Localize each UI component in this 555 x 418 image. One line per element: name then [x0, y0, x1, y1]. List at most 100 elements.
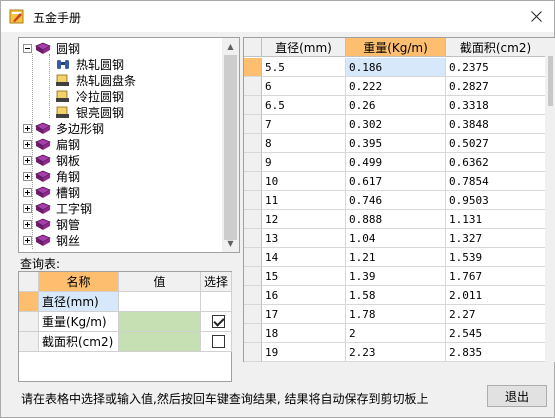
grid-cell[interactable]: 18 — [262, 324, 346, 343]
grid-cell[interactable]: 0.9503 — [446, 191, 546, 210]
grid-cell[interactable]: 0.499 — [346, 153, 446, 172]
grid-row-header[interactable] — [244, 286, 262, 305]
expand-icon[interactable] — [23, 171, 32, 181]
expand-icon[interactable] — [23, 155, 32, 165]
tree-node-category[interactable]: 钢丝 — [23, 232, 82, 248]
grid-cell[interactable]: 0.3318 — [446, 96, 546, 115]
exit-button[interactable]: 退出 — [487, 385, 547, 407]
grid-cell[interactable]: 0.6362 — [446, 153, 546, 172]
grid-row-header[interactable] — [244, 134, 262, 153]
grid-cell[interactable]: 0.3848 — [446, 115, 546, 134]
grid-cell[interactable]: 11 — [262, 191, 346, 210]
grid-cell[interactable]: 1.58 — [346, 286, 446, 305]
grid-column-header[interactable]: 重量(Kg/m) — [346, 38, 446, 57]
grid-cell[interactable]: 0.5027 — [446, 134, 546, 153]
grid-row-header[interactable] — [244, 229, 262, 248]
grid-cell[interactable]: 1.767 — [446, 267, 546, 286]
tree-node-child[interactable]: 热轧圆钢 — [55, 55, 127, 73]
query-value-input[interactable] — [119, 312, 201, 332]
grid-cell[interactable]: 0.617 — [346, 172, 446, 191]
grid-row-header[interactable] — [244, 210, 262, 229]
grid-row-header[interactable] — [244, 172, 262, 191]
grid-cell[interactable]: 8 — [262, 134, 346, 153]
grid-cell[interactable]: 15 — [262, 267, 346, 286]
scroll-up-icon[interactable]: ▲ — [222, 38, 239, 55]
grid-row-header[interactable] — [244, 58, 262, 77]
expand-icon[interactable] — [23, 123, 32, 133]
tree-scrollbar[interactable]: ▲ ▼ — [222, 38, 239, 252]
grid-cell[interactable]: 0.395 — [346, 134, 446, 153]
grid-row-header[interactable] — [244, 115, 262, 134]
grid-cell[interactable]: 0.186 — [346, 58, 446, 77]
grid-cell[interactable]: 7 — [262, 115, 346, 134]
query-select-cell[interactable] — [201, 332, 232, 352]
grid-row-header[interactable] — [244, 305, 262, 324]
grid-cell[interactable]: 12 — [262, 210, 346, 229]
expand-icon[interactable] — [23, 235, 32, 245]
grid-cell[interactable]: 2.835 — [446, 343, 546, 362]
grid-cell[interactable]: 0.2375 — [446, 58, 546, 77]
grid-cell[interactable]: 1.04 — [346, 229, 446, 248]
grid-cell[interactable]: 2 — [346, 324, 446, 343]
tree-node-category[interactable]: 角钢 — [23, 168, 82, 184]
grid-cell[interactable]: 14 — [262, 248, 346, 267]
grid-row-header[interactable] — [244, 191, 262, 210]
grid-cell[interactable]: 9 — [262, 153, 346, 172]
grid-column-header[interactable]: 直径(mm) — [262, 38, 346, 57]
grid-cell[interactable]: 0.302 — [346, 115, 446, 134]
query-checkbox[interactable] — [212, 315, 225, 328]
grid-cell[interactable]: 6.5 — [262, 96, 346, 115]
grid-cell[interactable]: 0.746 — [346, 191, 446, 210]
grid-cell[interactable]: 2.545 — [446, 324, 546, 343]
grid-cell[interactable]: 0.7854 — [446, 172, 546, 191]
query-value-input[interactable] — [119, 332, 201, 352]
tree-node-root[interactable]: 圆钢 — [23, 40, 82, 56]
query-checkbox[interactable] — [212, 335, 225, 348]
tree-node-category[interactable]: 扁钢 — [23, 136, 82, 152]
grid-row-header[interactable] — [244, 324, 262, 343]
collapse-icon[interactable] — [23, 43, 32, 53]
expand-icon[interactable] — [23, 219, 32, 229]
grid-cell[interactable]: 17 — [262, 305, 346, 324]
tree-node-category[interactable]: 槽钢 — [23, 184, 82, 200]
tree-node-child[interactable]: 热轧圆盘条 — [55, 72, 138, 88]
grid-cell[interactable]: 2.011 — [446, 286, 546, 305]
grid-cell[interactable]: 5.5 — [262, 58, 346, 77]
expand-icon[interactable] — [23, 203, 32, 213]
grid-column-header[interactable]: 截面积(cm2) — [446, 38, 546, 57]
grid-cell[interactable]: 10 — [262, 172, 346, 191]
grid-cell[interactable]: 1.21 — [346, 248, 446, 267]
grid-cell[interactable]: 1.539 — [446, 248, 546, 267]
scroll-thumb[interactable] — [224, 55, 237, 240]
grid-cell[interactable]: 0.2827 — [446, 77, 546, 96]
tree-node-category[interactable]: 工字钢 — [23, 200, 94, 216]
grid-cell[interactable]: 1.39 — [346, 267, 446, 286]
grid-cell[interactable]: 0.26 — [346, 96, 446, 115]
grid-cell[interactable]: 0.222 — [346, 77, 446, 96]
scroll-thumb[interactable] — [548, 56, 553, 106]
grid-row-header[interactable] — [244, 153, 262, 172]
grid-cell[interactable]: 2.23 — [346, 343, 446, 362]
close-button[interactable] — [518, 1, 554, 32]
grid-cell[interactable]: 1.78 — [346, 305, 446, 324]
expand-icon[interactable] — [23, 139, 32, 149]
grid-row-header[interactable] — [244, 248, 262, 267]
tree-node-child[interactable]: 银亮圆钢 — [55, 104, 126, 120]
grid-cell[interactable]: 13 — [262, 229, 346, 248]
query-value-input[interactable] — [119, 292, 201, 312]
grid-row-header[interactable] — [244, 96, 262, 115]
grid-row-header[interactable] — [244, 343, 262, 362]
grid-row-header[interactable] — [244, 267, 262, 286]
grid-cell[interactable]: 1.131 — [446, 210, 546, 229]
data-grid[interactable]: 直径(mm) 重量(Kg/m) 截面积(cm2) 5.5 0.186 0.2375 6 0.2… — [243, 37, 555, 362]
grid-cell[interactable]: 19 — [262, 343, 346, 362]
category-tree[interactable]: 圆钢 热轧圆钢 热轧圆盘条 冷拉圆钢 银亮圆钢 多边形钢 扁钢 钢板 角钢 槽钢 工字钢钢… — [18, 37, 240, 253]
grid-scrollbar[interactable] — [545, 38, 555, 362]
scroll-down-icon[interactable]: ▼ — [222, 235, 239, 252]
query-select-cell[interactable] — [201, 312, 232, 332]
grid-row-header[interactable] — [244, 77, 262, 96]
tree-node-category[interactable]: 多边形钢 — [23, 120, 106, 136]
grid-cell[interactable]: 0.888 — [346, 210, 446, 229]
tree-node-child[interactable]: 冷拉圆钢 — [55, 88, 126, 104]
grid-cell[interactable]: 2.27 — [446, 305, 546, 324]
